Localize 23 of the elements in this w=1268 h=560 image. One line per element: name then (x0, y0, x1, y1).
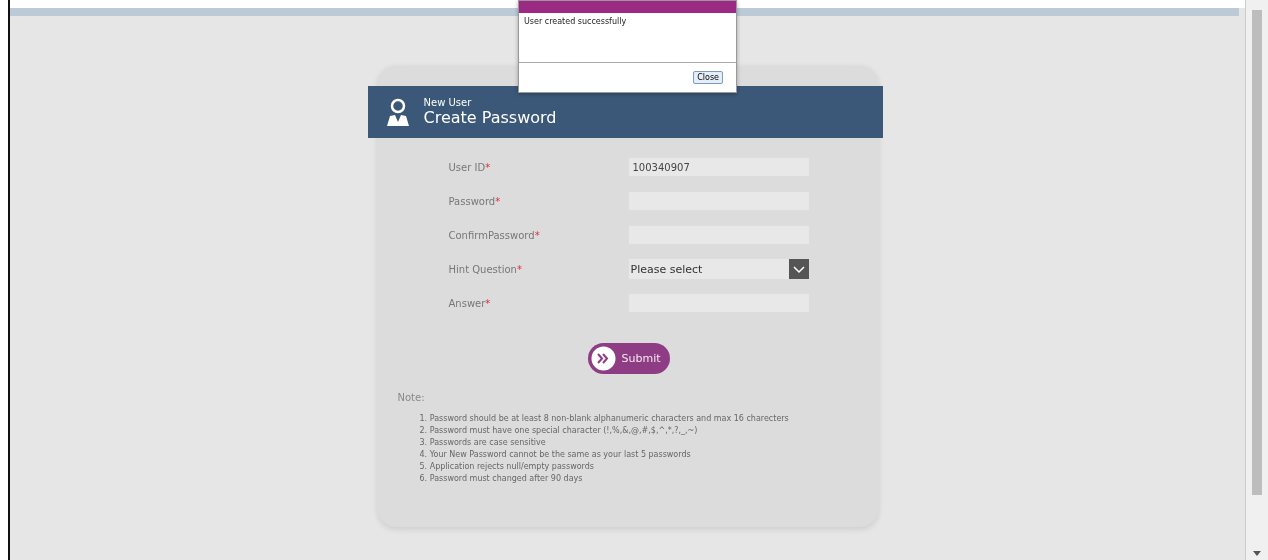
note-item: 2. Password must have one special character (!,%,&,@,#,$,^,*,?,_,~) (419, 425, 699, 437)
field-label: User ID* (448, 161, 492, 173)
down-arrow-icon[interactable] (1253, 551, 1261, 556)
double-chevron-icon (590, 346, 616, 371)
page-title: Create Password (423, 108, 557, 127)
note-item: 4. Your New Password cannot be the same as your last 5 passwords (419, 449, 692, 461)
note-item: 6. Password must changed after 90 days (419, 473, 584, 485)
note-heading: Note: (396, 391, 426, 403)
note-item: 3. Passwords are case sensitive (419, 437, 547, 449)
user-icon (385, 98, 410, 126)
dialog-message: User created successfully (523, 16, 628, 28)
field-label: ConfirmPassword* (448, 229, 541, 241)
submit-button[interactable]: Submit (587, 343, 670, 374)
dropdown[interactable]: Please select (627, 258, 810, 280)
field-label: Answer* (448, 297, 492, 309)
note-item: 5. Application rejects null/empty passwords (419, 461, 595, 473)
field-label: Password* (448, 195, 502, 207)
subtitle: New User (423, 97, 473, 108)
note-item: 1. Password should be at least 8 non-blank alphanumeric characters and max 16 charecters (419, 413, 790, 425)
input-field[interactable]: 100340907 (627, 157, 810, 177)
field-label: Hint Question* (448, 263, 523, 275)
scrollbar[interactable] (1245, 0, 1268, 560)
close-button[interactable]: Close (693, 71, 723, 84)
